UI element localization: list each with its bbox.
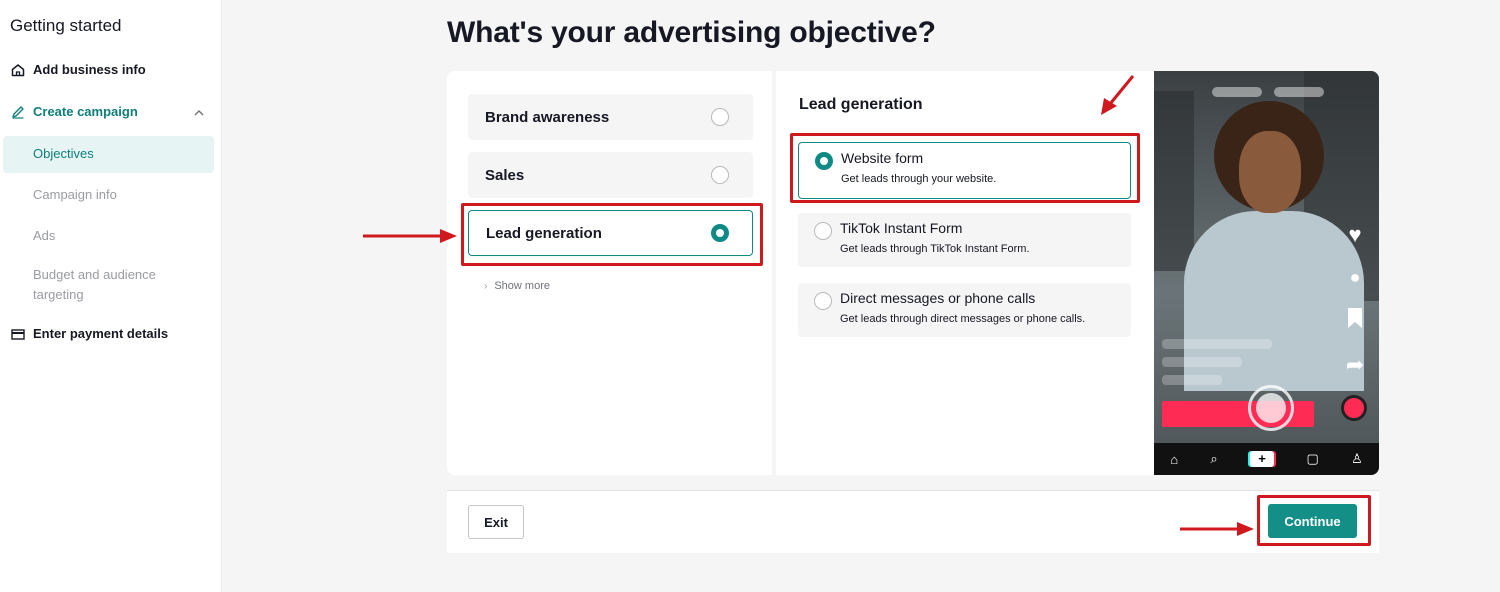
show-more-label: Show more	[494, 280, 550, 292]
sidebar-item-label: Add business info	[33, 62, 146, 77]
preview-tab-pill	[1212, 87, 1262, 97]
radio-button[interactable]	[814, 222, 832, 240]
objective-label: Sales	[485, 166, 525, 184]
sidebar-step-budget[interactable]: Budget and audience targeting	[33, 265, 183, 305]
option-direct-messages[interactable]: Direct messages or phone calls Get leads…	[798, 283, 1131, 337]
objective-label: Brand awareness	[485, 108, 610, 126]
ad-preview-image: ♥ ● ➦ ⌂ ⌕ + ▢ ♙	[1154, 71, 1379, 475]
home-icon	[10, 62, 25, 77]
caption-placeholder	[1162, 375, 1222, 385]
detail-title: Lead generation	[799, 96, 923, 113]
radio-button[interactable]	[711, 166, 729, 184]
objective-brand-awareness[interactable]: Brand awareness	[468, 94, 753, 140]
music-disc-icon	[1341, 395, 1367, 421]
sidebar-step-ads[interactable]: Ads	[33, 226, 55, 246]
caption-placeholder	[1162, 339, 1272, 349]
sidebar-step-label: Objectives	[33, 146, 94, 161]
option-description: Get leads through TikTok Instant Form.	[840, 243, 1030, 255]
background-shelf	[1154, 91, 1194, 271]
sidebar-item-create-campaign[interactable]: Create campaign	[10, 104, 138, 119]
objective-sales[interactable]: Sales	[468, 152, 753, 198]
preview-nav-bar: ⌂ ⌕ + ▢ ♙	[1154, 443, 1379, 475]
annotation-arrow-down-left-icon	[1101, 75, 1135, 115]
annotation-arrow-right-icon	[1180, 522, 1254, 536]
sidebar: Getting started Add business info Create…	[0, 0, 222, 592]
chevron-right-icon: ›	[484, 280, 488, 292]
sidebar-item-label: Create campaign	[33, 104, 138, 119]
chevron-up-icon[interactable]	[192, 106, 206, 120]
home-icon: ⌂	[1170, 451, 1179, 467]
objective-detail-panel	[776, 71, 1156, 475]
sidebar-item-payment[interactable]: Enter payment details	[10, 326, 168, 341]
search-icon: ⌕	[1210, 451, 1218, 466]
preview-tab-pill	[1274, 87, 1324, 97]
sidebar-item-label: Enter payment details	[33, 326, 169, 341]
sidebar-step-objectives[interactable]: Objectives	[3, 136, 214, 173]
page-title: What's your advertising objective?	[447, 16, 936, 49]
highlight-continue	[1257, 495, 1371, 546]
option-description: Get leads through direct messages or pho…	[840, 313, 1086, 325]
sidebar-title: Getting started	[10, 16, 122, 35]
caption-placeholder	[1162, 357, 1242, 367]
highlight-website-form	[790, 133, 1140, 203]
card-icon	[10, 326, 25, 341]
highlight-lead-generation	[461, 203, 763, 266]
option-title: TikTok Instant Form	[840, 220, 963, 236]
heart-icon: ♥	[1348, 222, 1362, 247]
share-icon: ➦	[1345, 352, 1365, 377]
exit-button[interactable]: Exit	[468, 505, 524, 539]
record-button-icon	[1248, 385, 1294, 431]
person-face	[1239, 131, 1301, 213]
radio-button[interactable]	[814, 292, 832, 310]
sidebar-item-add-business[interactable]: Add business info	[10, 62, 146, 77]
create-plus-icon: +	[1250, 451, 1275, 467]
show-more-link[interactable]: › Show more	[484, 280, 550, 292]
annotation-arrow-right-icon	[363, 229, 457, 243]
inbox-icon: ▢	[1306, 451, 1319, 466]
comment-icon: ●	[1349, 267, 1361, 287]
sidebar-step-campaign-info[interactable]: Campaign info	[33, 185, 117, 205]
pencil-icon	[10, 104, 25, 119]
option-title: Direct messages or phone calls	[840, 290, 1036, 306]
bookmark-icon	[1341, 306, 1369, 334]
profile-icon: ♙	[1351, 451, 1363, 466]
radio-button[interactable]	[711, 108, 729, 126]
option-tiktok-instant-form[interactable]: TikTok Instant Form Get leads through Ti…	[798, 213, 1131, 267]
